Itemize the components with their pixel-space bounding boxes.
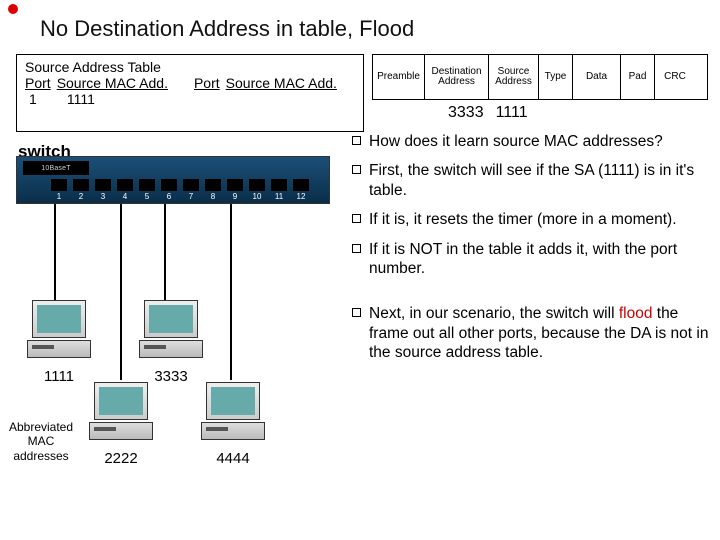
- bullet-item: Next, in our scenario, the switch will f…: [352, 304, 714, 362]
- bullet-square-icon: [352, 214, 361, 223]
- switch-port-2: [73, 179, 89, 191]
- bullet-list: How does it learn source MAC addresses? F…: [352, 132, 714, 372]
- frame-field-dest: Destination Address: [425, 55, 489, 99]
- frame-field-preamble: Preamble: [373, 55, 425, 99]
- switch-device: 10BaseT: [16, 156, 330, 204]
- bullet-text: If it is, it resets the timer (more in a…: [369, 210, 677, 229]
- cable-8: [230, 204, 232, 380]
- cable-1: [54, 204, 56, 300]
- switch-port-6: [161, 179, 177, 191]
- flood-keyword: flood: [619, 305, 653, 322]
- bullet-marker: [8, 4, 18, 14]
- col-mac-2: Source MAC Add.: [226, 75, 337, 91]
- switch-port-9: [227, 179, 243, 191]
- bullet-item: If it is, it resets the timer (more in a…: [352, 210, 714, 229]
- frame-field-src: Source Address: [489, 55, 539, 99]
- switch-port-1: [51, 179, 67, 191]
- switch-port-12: [293, 179, 309, 191]
- switch-port-3: [95, 179, 111, 191]
- host-4444: 4444: [196, 382, 270, 467]
- switch-port-5: [139, 179, 155, 191]
- col-port-2: Port: [194, 75, 220, 91]
- table-title: Source Address Table: [25, 59, 355, 75]
- switch-port-10: [249, 179, 265, 191]
- slide-title: No Destination Address in table, Flood: [40, 16, 414, 42]
- frame-field-crc: CRC: [655, 55, 695, 99]
- bullet-text: Next, in our scenario, the switch will f…: [369, 304, 714, 362]
- switch-strip-label: 10BaseT: [23, 161, 89, 175]
- frame-values: 3333 1111: [448, 104, 528, 122]
- switch-port-7: [183, 179, 199, 191]
- frame-dest-val: 3333: [448, 104, 484, 122]
- col-port-1: Port: [25, 75, 51, 91]
- table-row: 1 1111: [29, 91, 355, 107]
- bullet-item: If it is NOT in the table it adds it, wi…: [352, 240, 714, 279]
- host-1111: 1111: [22, 300, 96, 385]
- host-3333: 3333: [134, 300, 208, 385]
- bullet-text: If it is NOT in the table it adds it, wi…: [369, 240, 714, 279]
- switch-port-11: [271, 179, 287, 191]
- host-2222: 2222: [84, 382, 158, 467]
- host-4444-label: 4444: [196, 450, 270, 467]
- switch-port-8: [205, 179, 221, 191]
- frame-field-data: Data: [573, 55, 621, 99]
- bullet-square-icon: [352, 165, 361, 174]
- bullet-item: How does it learn source MAC addresses?: [352, 132, 714, 151]
- table-columns: Port Source MAC Add. Port Source MAC Add…: [25, 75, 355, 91]
- bullet-square-icon: [352, 308, 361, 317]
- cable-3: [120, 204, 122, 380]
- frame-field-type: Type: [539, 55, 573, 99]
- bullet-square-icon: [352, 136, 361, 145]
- switch-ports: [51, 179, 309, 191]
- abbr-mac-label: Abbreviated MAC addresses: [2, 420, 80, 463]
- host-2222-label: 2222: [84, 450, 158, 467]
- cable-5: [164, 204, 166, 300]
- ethernet-frame: Preamble Destination Address Source Addr…: [372, 54, 708, 100]
- frame-field-pad: Pad: [621, 55, 655, 99]
- bullet-item: First, the switch will see if the SA (11…: [352, 161, 714, 200]
- switch-chassis: 10BaseT: [16, 156, 330, 204]
- switch-port-4: [117, 179, 133, 191]
- col-mac-1: Source MAC Add.: [57, 75, 168, 91]
- bullet-text: How does it learn source MAC addresses?: [369, 132, 663, 151]
- frame-src-val: 1111: [496, 104, 528, 122]
- bullet-text: First, the switch will see if the SA (11…: [369, 161, 714, 200]
- bullet-square-icon: [352, 244, 361, 253]
- source-address-table: Source Address Table Port Source MAC Add…: [16, 54, 364, 132]
